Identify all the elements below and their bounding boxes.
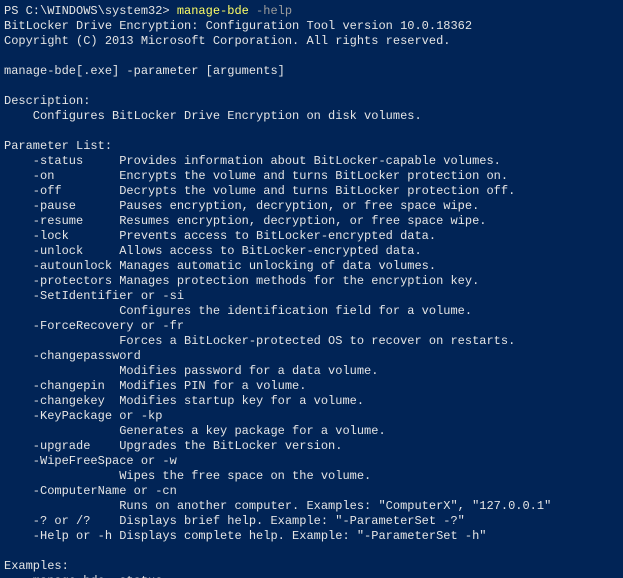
param-setidentifier: -SetIdentifier or -si xyxy=(4,289,184,303)
param-help-question: -? or /? Displays brief help. Example: "… xyxy=(4,514,465,528)
description-text: Configures BitLocker Drive Encryption on… xyxy=(4,109,422,123)
param-wipefreespace: -WipeFreeSpace or -w xyxy=(4,454,177,468)
param-computername-desc: Runs on another computer. Examples: "Com… xyxy=(4,499,551,513)
terminal-output[interactable]: PS C:\WINDOWS\system32> manage-bde -help… xyxy=(0,0,623,578)
param-protectors: -protectors Manages protection methods f… xyxy=(4,274,479,288)
param-changepassword-desc: Modifies password for a data volume. xyxy=(4,364,378,378)
prompt-line: PS C:\WINDOWS\system32> manage-bde -help xyxy=(4,4,292,18)
param-forcerecovery-desc: Forces a BitLocker-protected OS to recov… xyxy=(4,334,515,348)
prompt-text: PS C:\WINDOWS\system32> xyxy=(4,4,177,18)
param-unlock: -unlock Allows access to BitLocker-encry… xyxy=(4,244,422,258)
param-off: -off Decrypts the volume and turns BitLo… xyxy=(4,184,515,198)
param-changepin: -changepin Modifies PIN for a volume. xyxy=(4,379,306,393)
param-lock: -lock Prevents access to BitLocker-encry… xyxy=(4,229,436,243)
param-changekey: -changekey Modifies startup key for a vo… xyxy=(4,394,364,408)
usage-line: manage-bde[.exe] -parameter [arguments] xyxy=(4,64,285,78)
header-line-2: Copyright (C) 2013 Microsoft Corporation… xyxy=(4,34,450,48)
param-help-h: -Help or -h Displays complete help. Exam… xyxy=(4,529,486,543)
param-upgrade: -upgrade Upgrades the BitLocker version. xyxy=(4,439,342,453)
examples-label: Examples: xyxy=(4,559,69,573)
param-computername: -ComputerName or -cn xyxy=(4,484,177,498)
param-wipefreespace-desc: Wipes the free space on the volume. xyxy=(4,469,371,483)
param-on: -on Encrypts the volume and turns BitLoc… xyxy=(4,169,508,183)
description-label: Description: xyxy=(4,94,90,108)
example-1: manage-bde -status xyxy=(4,574,162,578)
param-keypackage: -KeyPackage or -kp xyxy=(4,409,162,423)
param-status: -status Provides information about BitLo… xyxy=(4,154,501,168)
argument-text: -help xyxy=(249,4,292,18)
command-text: manage-bde xyxy=(177,4,249,18)
param-autounlock: -autounlock Manages automatic unlocking … xyxy=(4,259,436,273)
param-changepassword: -changepassword xyxy=(4,349,141,363)
param-resume: -resume Resumes encryption, decryption, … xyxy=(4,214,486,228)
parameter-list-label: Parameter List: xyxy=(4,139,112,153)
param-forcerecovery: -ForceRecovery or -fr xyxy=(4,319,184,333)
param-setidentifier-desc: Configures the identification field for … xyxy=(4,304,472,318)
param-pause: -pause Pauses encryption, decryption, or… xyxy=(4,199,479,213)
param-keypackage-desc: Generates a key package for a volume. xyxy=(4,424,386,438)
header-line-1: BitLocker Drive Encryption: Configuratio… xyxy=(4,19,472,33)
